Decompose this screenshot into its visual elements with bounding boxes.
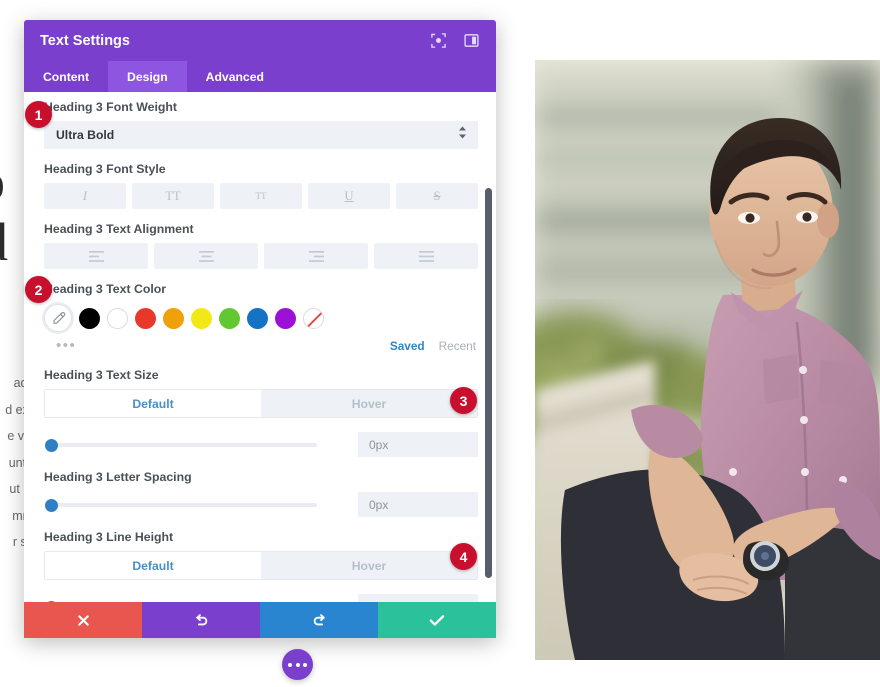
font-style-label: Heading 3 Font Style <box>44 162 166 176</box>
color-picker-eyedropper[interactable] <box>44 304 72 332</box>
field-text-alignment: Heading 3 Text Alignment <box>44 222 478 269</box>
text-settings-modal: Text Settings Content Design Advanced He… <box>24 20 496 638</box>
modal-footer <box>24 602 496 638</box>
color-tab-recent[interactable]: Recent <box>439 339 476 353</box>
letter-spacing-value[interactable]: 0px <box>358 492 478 517</box>
settings-scroll-area: Heading 3 Font Weight Ultra Bold Heading… <box>24 100 496 614</box>
field-letter-spacing: Heading 3 Letter Spacing 0px <box>44 470 478 517</box>
slider-knob[interactable] <box>45 498 58 512</box>
annotation-badge-3: 3 <box>450 387 477 414</box>
text-size-state-tabs: Default Hover <box>44 389 478 418</box>
color-swatch-blue[interactable] <box>247 307 268 329</box>
text-alignment-label: Heading 3 Text Alignment <box>44 222 194 236</box>
font-weight-select[interactable]: Ultra Bold <box>44 121 478 149</box>
font-weight-value: Ultra Bold <box>56 128 115 142</box>
font-style-uppercase-button[interactable]: TT <box>132 183 214 209</box>
ellipsis-icon <box>287 662 292 667</box>
font-style-underline-button[interactable]: U <box>308 183 390 209</box>
modal-body: Heading 3 Font Weight Ultra Bold Heading… <box>24 92 496 614</box>
text-size-slider-row: 0px <box>44 432 478 457</box>
close-button[interactable] <box>24 602 142 638</box>
panel-layout-icon[interactable] <box>463 32 480 49</box>
letter-spacing-slider[interactable] <box>44 498 321 512</box>
field-text-color: Heading 3 Text Color ••• Saved Recent <box>44 282 478 355</box>
annotation-badge-1: 1 <box>25 101 52 128</box>
letter-spacing-slider-row: 0px <box>44 492 478 517</box>
color-swatch-red[interactable] <box>135 307 156 329</box>
text-size-slider[interactable] <box>44 438 321 452</box>
modal-tabs: Content Design Advanced <box>24 61 496 92</box>
ellipsis-icon <box>303 662 308 667</box>
portrait-photo <box>535 60 880 660</box>
line-height-tab-hover[interactable]: Hover <box>261 552 477 579</box>
text-size-tab-hover[interactable]: Hover <box>261 390 477 417</box>
align-justify-button[interactable] <box>374 243 478 269</box>
letter-spacing-label: Heading 3 Letter Spacing <box>44 470 192 484</box>
line-height-state-tabs: Default Hover <box>44 551 478 580</box>
align-center-button[interactable] <box>154 243 258 269</box>
redo-button[interactable] <box>260 602 378 638</box>
color-meta-row: ••• Saved Recent <box>44 337 478 355</box>
screen: ab nd adipi d exer e velit unt m ut lab … <box>0 0 880 687</box>
modal-header: Text Settings <box>24 20 496 61</box>
slider-knob[interactable] <box>45 438 58 452</box>
ellipsis-icon <box>295 662 300 667</box>
focus-target-icon[interactable] <box>430 32 447 49</box>
color-tabs: Saved Recent <box>390 339 478 353</box>
tab-design[interactable]: Design <box>108 61 187 92</box>
save-button[interactable] <box>378 602 496 638</box>
undo-button[interactable] <box>142 602 260 638</box>
line-height-label: Heading 3 Line Height <box>44 530 174 544</box>
modal-title: Text Settings <box>40 32 130 49</box>
line-height-tab-default[interactable]: Default <box>45 552 261 579</box>
color-swatch-green[interactable] <box>219 307 240 329</box>
more-options-button[interactable] <box>282 649 313 680</box>
background-heading: ab nd <box>0 152 8 272</box>
field-font-weight: Heading 3 Font Weight Ultra Bold <box>44 100 478 149</box>
settings-scrollbar[interactable] <box>485 188 492 578</box>
color-more-options-button[interactable]: ••• <box>56 338 76 353</box>
tab-content[interactable]: Content <box>24 61 108 92</box>
font-style-options: I TT TT U S <box>44 183 478 209</box>
font-style-smallcaps-button[interactable]: TT <box>220 183 302 209</box>
slider-track <box>48 442 317 447</box>
text-size-tab-default[interactable]: Default <box>45 390 261 417</box>
field-text-size: Heading 3 Text Size Default Hover 0px <box>44 368 478 457</box>
font-style-italic-button[interactable]: I <box>44 183 126 209</box>
text-alignment-options <box>44 243 478 269</box>
color-swatch-row <box>44 303 478 333</box>
color-swatch-orange[interactable] <box>163 307 184 329</box>
color-swatch-transparent[interactable] <box>303 307 324 329</box>
chevron-updown-icon <box>458 126 467 145</box>
modal-header-actions <box>430 32 480 49</box>
color-swatch-yellow[interactable] <box>191 307 212 329</box>
annotation-badge-2: 2 <box>25 276 52 303</box>
tab-advanced[interactable]: Advanced <box>187 61 283 92</box>
slider-track <box>48 502 317 507</box>
color-swatch-black[interactable] <box>79 307 100 329</box>
color-swatch-white[interactable] <box>107 307 128 329</box>
align-left-button[interactable] <box>44 243 148 269</box>
text-size-label: Heading 3 Text Size <box>44 368 159 382</box>
text-color-label: Heading 3 Text Color <box>44 282 167 296</box>
color-swatch-purple[interactable] <box>275 307 296 329</box>
font-weight-label: Heading 3 Font Weight <box>44 100 177 114</box>
annotation-badge-4: 4 <box>450 543 477 570</box>
align-right-button[interactable] <box>264 243 368 269</box>
color-tab-saved[interactable]: Saved <box>390 339 425 353</box>
field-font-style: Heading 3 Font Style I TT TT U S <box>44 162 478 209</box>
font-style-strikethrough-button[interactable]: S <box>396 183 478 209</box>
text-size-value[interactable]: 0px <box>358 432 478 457</box>
